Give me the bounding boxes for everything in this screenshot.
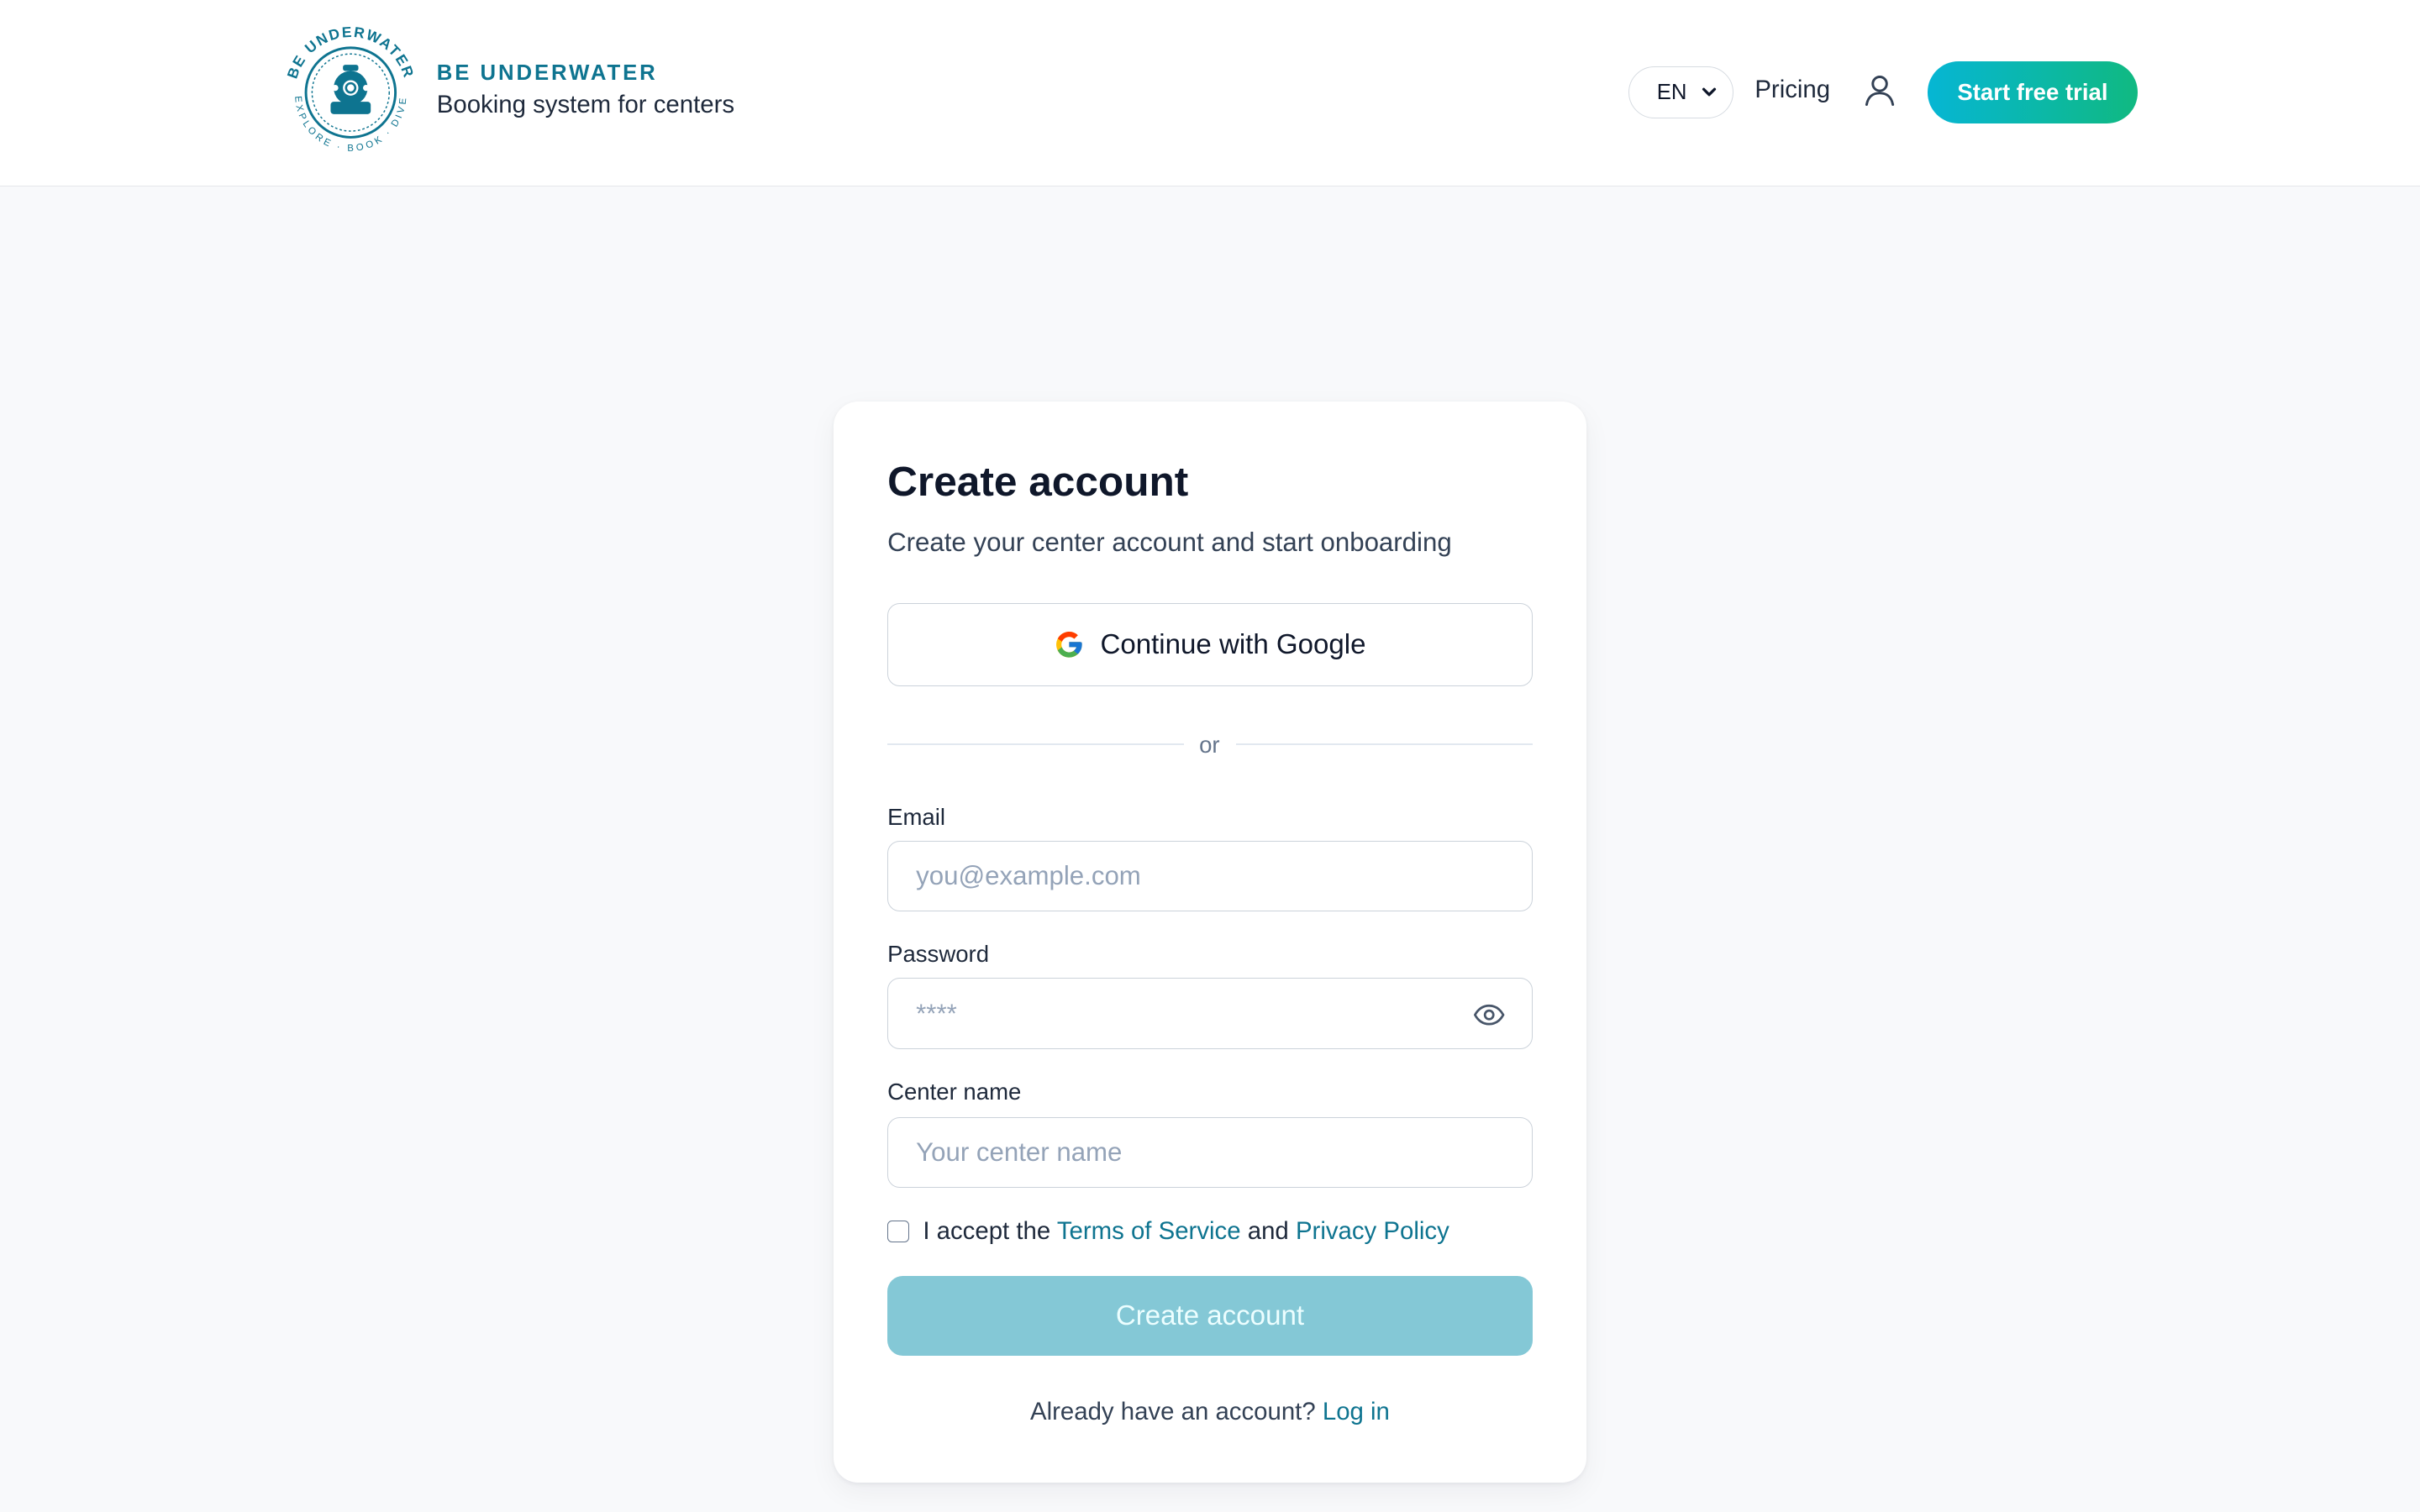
top-navigation-bar: BE UNDERWATER EXPLORE · BOOK · DIVE BE U… xyxy=(0,0,2420,187)
brand-name: BE UNDERWATER xyxy=(436,61,658,86)
user-icon[interactable] xyxy=(1861,72,1898,109)
language-value: EN xyxy=(1656,80,1687,104)
show-password-eye-icon[interactable] xyxy=(1472,998,1506,1032)
accept-prefix: I accept the xyxy=(923,1217,1051,1246)
chevron-down-icon xyxy=(1702,87,1717,97)
accept-terms-text: I accept the Terms of Service and Privac… xyxy=(923,1217,1449,1246)
create-account-card: Create account Create your center accoun… xyxy=(833,401,1587,1483)
terms-of-service-link[interactable]: Terms of Service xyxy=(1057,1217,1241,1245)
continue-with-google-button[interactable]: Continue with Google xyxy=(887,603,1533,687)
privacy-policy-link[interactable]: Privacy Policy xyxy=(1296,1217,1449,1245)
divider-or-text: or xyxy=(1199,731,1220,758)
log-in-link[interactable]: Log in xyxy=(1323,1398,1390,1425)
brand-tagline: Booking system for centers xyxy=(436,91,735,119)
accept-terms-checkbox[interactable] xyxy=(887,1220,909,1242)
login-prompt-text: Already have an account? xyxy=(1030,1398,1316,1426)
divider-right xyxy=(1236,743,1533,746)
email-label: Email xyxy=(887,803,945,830)
google-button-label: Continue with Google xyxy=(1100,628,1366,660)
center-name-field[interactable] xyxy=(887,1116,1533,1189)
password-label: Password xyxy=(887,941,990,968)
divider-left xyxy=(887,743,1184,746)
be-underwater-logo[interactable]: BE UNDERWATER EXPLORE · BOOK · DIVE xyxy=(278,18,424,166)
and-text: and xyxy=(1247,1217,1289,1246)
start-free-trial-button[interactable]: Start free trial xyxy=(1928,61,2138,123)
create-account-button[interactable]: Create account xyxy=(887,1275,1533,1357)
password-field[interactable] xyxy=(887,978,1533,1049)
diving-helmet-logo-icon: BE UNDERWATER EXPLORE · BOOK · DIVE xyxy=(283,24,416,154)
login-prompt: Already have an account? Log in xyxy=(834,1398,1586,1426)
language-select[interactable]: EN xyxy=(1628,66,1733,119)
page-subtitle: Create your center account and start onb… xyxy=(887,528,1452,558)
google-icon xyxy=(1056,632,1083,659)
pricing-link[interactable]: Pricing xyxy=(1754,76,1830,104)
center-name-label: Center name xyxy=(887,1078,1022,1105)
email-field[interactable] xyxy=(887,840,1533,912)
page-title: Create account xyxy=(887,457,1189,505)
